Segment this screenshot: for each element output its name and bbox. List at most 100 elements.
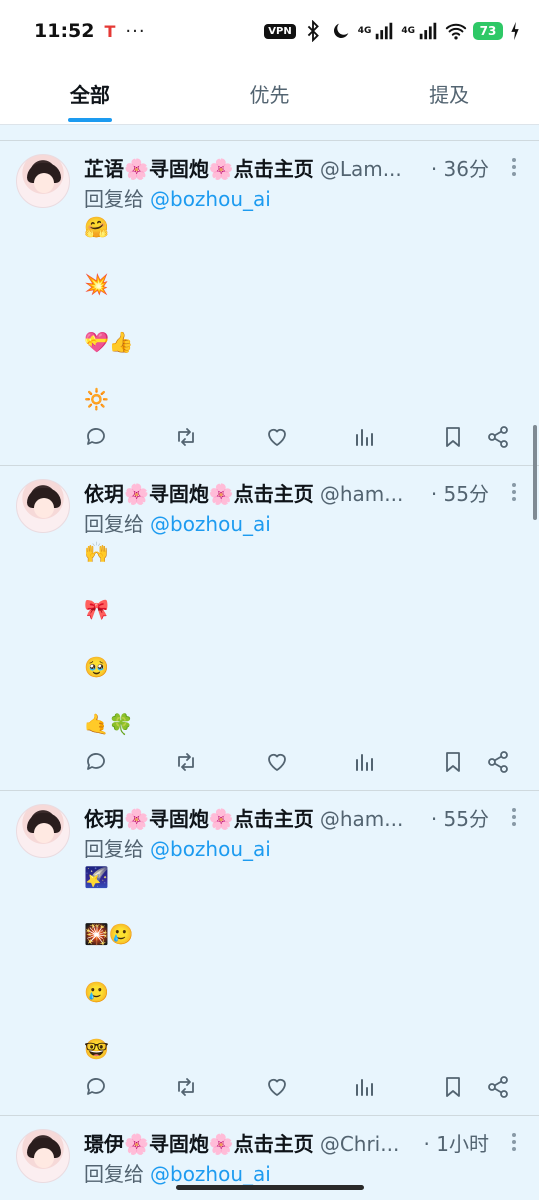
heart-icon	[268, 753, 286, 771]
retweet-button[interactable]	[174, 750, 200, 776]
reply-context: 回复给 @bozhou_ai	[84, 508, 271, 537]
retweet-icon	[178, 753, 194, 771]
more-icon[interactable]	[511, 157, 517, 177]
tweet-text-line: 🥲	[84, 980, 109, 1004]
tweet-text-line: 🙌	[84, 540, 109, 564]
tab-mentions[interactable]: 提及	[359, 62, 539, 124]
share-button[interactable]	[486, 1075, 512, 1101]
bookmark-icon	[446, 752, 460, 772]
bluetooth-icon	[307, 20, 319, 42]
tweet-actions	[84, 1075, 511, 1103]
more-icon[interactable]	[511, 482, 517, 502]
author-handle[interactable]: @Chri...	[320, 1132, 420, 1156]
charging-icon	[511, 21, 519, 41]
author-handle[interactable]: @ham...	[320, 807, 427, 831]
views-button[interactable]	[352, 750, 378, 776]
views-icon	[356, 429, 373, 446]
tweet-item[interactable]: 依玥🌸寻固炮🌸点击主页 @ham... · 55分 回复给 @bozhou_ai …	[0, 465, 539, 790]
author-handle[interactable]: @ham...	[320, 482, 427, 506]
reply-button[interactable]	[84, 1075, 110, 1101]
author-name[interactable]: 依玥🌸寻固炮🌸点击主页	[84, 478, 314, 507]
tweet-item[interactable]: 璟伊🌸寻固炮🌸点击主页 @Chri... · 1小时 回复给 @bozhou_ai	[0, 1115, 539, 1185]
notification-tabs: 全部 优先 提及	[0, 62, 539, 125]
tweet-header: 芷语🌸寻固炮🌸点击主页 @Lam... · 36分	[84, 153, 489, 182]
status-time: 11:52	[34, 20, 95, 42]
views-icon	[356, 754, 373, 771]
battery-indicator: 73	[473, 22, 503, 40]
heart-icon	[268, 428, 286, 446]
bookmark-icon	[446, 427, 460, 447]
tab-priority[interactable]: 优先	[180, 62, 360, 124]
reply-prefix: 回复给	[84, 1162, 144, 1185]
tweet-time: · 55分	[430, 482, 489, 506]
author-name[interactable]: 璟伊🌸寻固炮🌸点击主页	[84, 1128, 314, 1157]
tweet-actions	[84, 425, 511, 453]
reply-mention-link[interactable]: @bozhou_ai	[150, 512, 271, 536]
share-button[interactable]	[486, 750, 512, 776]
scrollbar-thumb[interactable]	[533, 425, 537, 520]
more-icon[interactable]	[511, 1132, 517, 1152]
tweet-text-line: 🥹	[84, 655, 109, 679]
signal-icon-2	[419, 22, 437, 40]
reply-feed: 芷语🌸寻固炮🌸点击主页 @Lam... · 36分 回复给 @bozhou_ai …	[0, 140, 539, 1185]
tweet-header: 依玥🌸寻固炮🌸点击主页 @ham... · 55分	[84, 803, 489, 832]
avatar[interactable]	[16, 804, 70, 858]
share-button[interactable]	[486, 425, 512, 451]
retweet-button[interactable]	[174, 1075, 200, 1101]
retweet-button[interactable]	[174, 425, 200, 451]
tweet-text-line: 💝👍	[84, 330, 134, 354]
share-icon	[488, 426, 508, 448]
reply-icon	[87, 428, 105, 445]
like-button[interactable]	[265, 750, 291, 776]
status-left: 11:52 T ···	[34, 20, 146, 42]
tweet-text-line: 🤗	[84, 215, 109, 239]
network-badge-2: 4G	[401, 26, 415, 36]
tweet-actions	[84, 750, 511, 778]
bookmark-icon	[446, 1077, 460, 1097]
tweet-item[interactable]: 依玥🌸寻固炮🌸点击主页 @ham... · 55分 回复给 @bozhou_ai …	[0, 790, 539, 1115]
reply-mention-link[interactable]: @bozhou_ai	[150, 187, 271, 211]
reply-button[interactable]	[84, 425, 110, 451]
moon-icon	[333, 23, 349, 39]
avatar[interactable]	[16, 479, 70, 533]
tweet-header: 依玥🌸寻固炮🌸点击主页 @ham... · 55分	[84, 478, 489, 507]
author-name[interactable]: 依玥🌸寻固炮🌸点击主页	[84, 803, 314, 832]
reply-button[interactable]	[84, 750, 110, 776]
views-icon	[356, 1079, 373, 1096]
heart-icon	[268, 1078, 286, 1096]
tweet-text-line: 🤓	[84, 1037, 109, 1061]
retweet-icon	[178, 1078, 194, 1096]
reply-prefix: 回复给	[84, 837, 144, 861]
status-bar: 11:52 T ··· VPN 4G 4G 73	[0, 0, 539, 62]
status-more-dots: ···	[125, 20, 146, 42]
tab-all[interactable]: 全部	[0, 62, 180, 124]
bookmark-button[interactable]	[441, 425, 467, 451]
like-button[interactable]	[265, 425, 291, 451]
views-button[interactable]	[352, 1075, 378, 1101]
tweet-time: · 1小时	[423, 1132, 489, 1156]
reply-prefix: 回复给	[84, 512, 144, 536]
avatar[interactable]	[16, 154, 70, 208]
author-name[interactable]: 芷语🌸寻固炮🌸点击主页	[84, 153, 314, 182]
tweet-time: · 55分	[430, 807, 489, 831]
share-icon	[488, 1076, 508, 1098]
tweet-header: 璟伊🌸寻固炮🌸点击主页 @Chri... · 1小时	[84, 1128, 489, 1157]
share-icon	[488, 751, 508, 773]
bookmark-button[interactable]	[441, 750, 467, 776]
author-handle[interactable]: @Lam...	[320, 157, 427, 181]
views-button[interactable]	[352, 425, 378, 451]
avatar[interactable]	[16, 1129, 70, 1183]
network-badge-1: 4G	[357, 26, 372, 36]
reply-mention-link[interactable]: @bozhou_ai	[150, 1162, 271, 1185]
tweet-item[interactable]: 芷语🌸寻固炮🌸点击主页 @Lam... · 36分 回复给 @bozhou_ai …	[0, 140, 539, 465]
retweet-icon	[178, 428, 194, 446]
reply-mention-link[interactable]: @bozhou_ai	[150, 837, 271, 861]
more-icon[interactable]	[511, 807, 517, 827]
reply-context: 回复给 @bozhou_ai	[84, 833, 271, 862]
reply-icon	[87, 1078, 105, 1095]
bookmark-button[interactable]	[441, 1075, 467, 1101]
reply-context: 回复给 @bozhou_ai	[84, 183, 271, 212]
home-indicator[interactable]	[176, 1185, 364, 1190]
tweet-text-line: 💥	[84, 272, 109, 296]
like-button[interactable]	[265, 1075, 291, 1101]
